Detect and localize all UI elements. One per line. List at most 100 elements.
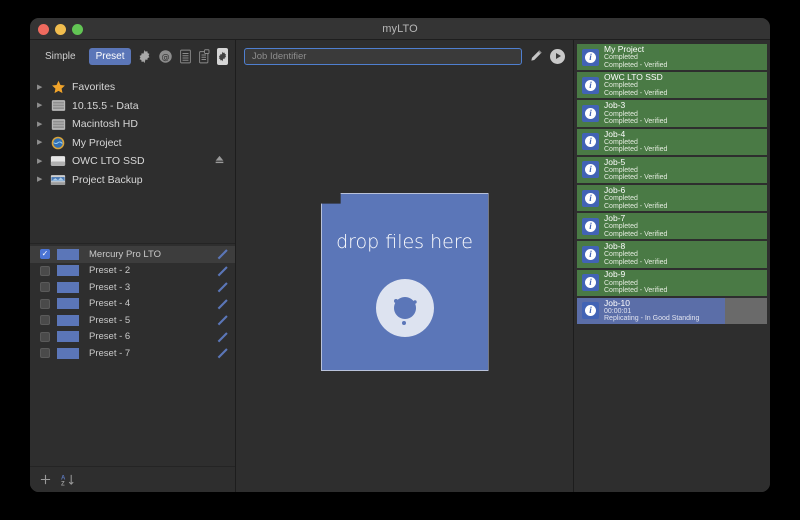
preset-color-swatch: [57, 265, 79, 277]
svg-text:@: @: [162, 51, 170, 61]
tree-item-label: Macintosh HD: [72, 118, 138, 131]
job-detail-line: Replicating - In Good Standing: [604, 315, 700, 323]
info-icon[interactable]: i: [582, 217, 599, 235]
jobs-panel: i My Project Completed Completed - Verified…: [574, 40, 770, 492]
job-detail-line: Completed - Verified: [604, 287, 668, 295]
preset-checkbox[interactable]: [40, 348, 50, 359]
disclosure-triangle-icon[interactable]: ▶: [37, 176, 48, 183]
job-detail-line: Completed - Verified: [604, 61, 668, 69]
job-detail-line: Completed - Verified: [604, 258, 668, 266]
job-row[interactable]: i Job-3 Completed Completed - Verified: [577, 100, 767, 127]
info-icon[interactable]: i: [582, 161, 599, 179]
tree-item-label: OWC LTO SSD: [72, 155, 145, 168]
preset-color-swatch: [57, 281, 79, 293]
disclosure-triangle-icon[interactable]: ▶: [37, 121, 48, 128]
preset-list-item[interactable]: Preset - 7: [30, 345, 235, 362]
preset-color-swatch: [57, 331, 79, 343]
job-status-line: Completed: [604, 251, 638, 259]
pencil-icon[interactable]: [529, 49, 543, 63]
sidebar-toolbar: Simple Preset @: [30, 40, 235, 72]
globe-disc-icon: [48, 136, 68, 150]
sort-presets-icon[interactable]: A Z: [61, 474, 74, 486]
disclosure-triangle-icon[interactable]: ▶: [37, 139, 48, 146]
source-tree: ▶ Favorites ▶ 10.15.5 - Data ▶ Macintosh HD ▶ M…: [30, 72, 235, 244]
preset-label: Preset - 4: [89, 298, 131, 310]
info-icon[interactable]: i: [582, 48, 599, 66]
disclosure-triangle-icon[interactable]: ▶: [37, 84, 48, 91]
close-window-button[interactable]: [38, 24, 49, 35]
preset-list-item[interactable]: ✓ Mercury Pro LTO: [30, 246, 235, 263]
gear-icon[interactable]: [137, 47, 152, 65]
job-row[interactable]: i OWC LTO SSD Completed Completed - Verifie…: [577, 72, 767, 99]
preset-checkbox[interactable]: ✓: [40, 249, 50, 260]
disclosure-triangle-icon[interactable]: ▶: [37, 102, 48, 109]
preset-list: ✓ Mercury Pro LTO Preset - 2 Preset - 3 Pres…: [30, 244, 235, 466]
desktop-background: myLTO Simple Preset @ ▶ Favorites ▶ 10.1…: [0, 0, 800, 520]
at-sign-icon[interactable]: @: [158, 47, 173, 65]
file-dropzone[interactable]: drop files here: [320, 193, 489, 371]
floppy-disk-icon[interactable]: [217, 47, 229, 65]
preset-checkbox[interactable]: [40, 331, 50, 342]
preset-list-item[interactable]: Preset - 3: [30, 279, 235, 296]
center-panel: drop files here: [236, 40, 574, 492]
tree-item-my-project[interactable]: ▶ My Project: [30, 134, 235, 153]
edit-preset-pencil-icon[interactable]: [216, 347, 229, 363]
add-preset-button[interactable]: [40, 474, 51, 485]
job-detail-line: Completed - Verified: [604, 202, 668, 210]
info-icon[interactable]: i: [582, 133, 599, 151]
tree-item-macintosh-hd[interactable]: ▶ Macintosh HD: [30, 115, 235, 134]
tree-item-favorites[interactable]: ▶ Favorites: [30, 78, 235, 97]
preset-checkbox[interactable]: [40, 298, 50, 309]
preset-checkbox[interactable]: [40, 282, 50, 293]
document-icon[interactable]: [179, 47, 192, 65]
job-status-line: Completed: [604, 54, 638, 62]
preset-checkbox[interactable]: [40, 265, 50, 276]
info-icon[interactable]: i: [582, 189, 599, 207]
job-row[interactable]: i Job-5 Completed Completed - Verified: [577, 156, 767, 183]
info-icon[interactable]: i: [582, 76, 599, 94]
hard-drive-icon: [48, 99, 68, 112]
job-title: Job-7: [604, 213, 626, 224]
job-status-line: Completed: [604, 195, 638, 203]
mode-simple-button[interactable]: Simple: [38, 48, 83, 65]
sidebar-footer: A Z: [30, 466, 235, 492]
job-title: Job-9: [604, 269, 626, 280]
title-bar: myLTO: [30, 18, 770, 40]
job-row[interactable]: i My Project Completed Completed - Verified: [577, 44, 767, 71]
job-identifier-input[interactable]: [244, 47, 522, 65]
info-icon[interactable]: i: [582, 104, 599, 122]
window-title: myLTO: [382, 23, 418, 35]
info-icon[interactable]: i: [582, 274, 599, 292]
tree-item-label: 10.15.5 - Data: [72, 99, 139, 112]
job-status-line: Completed: [604, 82, 638, 90]
preset-checkbox[interactable]: [40, 315, 50, 326]
disclosure-triangle-icon[interactable]: ▶: [37, 158, 48, 165]
job-row[interactable]: i Job-7 Completed Completed - Verified: [577, 213, 767, 240]
preset-color-swatch: [57, 248, 79, 260]
preset-list-item[interactable]: Preset - 2: [30, 263, 235, 280]
job-row[interactable]: i Job-9 Completed Completed - Verified: [577, 269, 767, 296]
minimize-window-button[interactable]: [55, 24, 66, 35]
job-row[interactable]: i Job-10 00:00:01 Replicating - In Good Sta…: [577, 297, 767, 324]
document-copy-icon[interactable]: [198, 47, 211, 65]
info-icon[interactable]: i: [582, 302, 599, 320]
job-row[interactable]: i Job-4 Completed Completed - Verified: [577, 128, 767, 155]
start-job-button[interactable]: [550, 48, 565, 64]
tree-item-owc-lto-ssd[interactable]: ▶ OWC LTO SSD: [30, 152, 235, 171]
maximize-window-button[interactable]: [72, 24, 83, 35]
preset-list-item[interactable]: Preset - 6: [30, 329, 235, 346]
tree-item-project-backup[interactable]: ▶ Project Backup: [30, 171, 235, 190]
job-title: Job-6: [604, 184, 626, 195]
job-title: OWC LTO SSD: [604, 72, 663, 83]
info-icon[interactable]: i: [582, 245, 599, 263]
job-title: My Project: [604, 44, 645, 54]
preset-list-item[interactable]: Preset - 4: [30, 296, 235, 313]
preset-list-item[interactable]: Preset - 5: [30, 312, 235, 329]
job-status-line: Completed: [604, 279, 638, 287]
eject-icon[interactable]: [214, 154, 225, 168]
job-row[interactable]: i Job-6 Completed Completed - Verified: [577, 184, 767, 212]
mode-preset-button[interactable]: Preset: [88, 47, 132, 65]
external-drive-icon: [48, 155, 68, 167]
job-row[interactable]: i Job-8 Completed Completed - Verified: [577, 241, 767, 268]
tree-item-10-15-5-data[interactable]: ▶ 10.15.5 - Data: [30, 97, 235, 116]
